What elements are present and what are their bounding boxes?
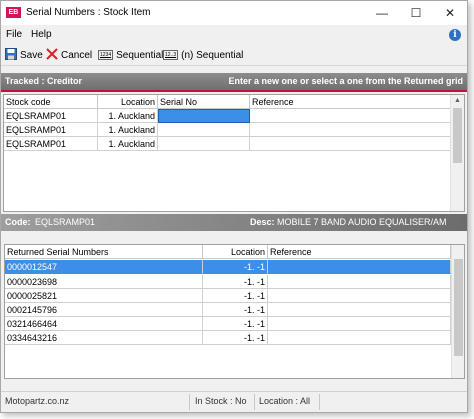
sequential-button[interactable]: 1234 Sequential xyxy=(98,48,163,62)
top-grid-scrollbar[interactable]: ▲ xyxy=(450,95,464,211)
table-row-location[interactable]: 1. Auckland xyxy=(98,109,158,123)
table-row-serial[interactable]: 0334643216 xyxy=(5,331,203,345)
col-returned-serial-numbers[interactable]: Returned Serial Numbers xyxy=(5,245,203,259)
table-row-reference[interactable] xyxy=(268,317,451,331)
save-icon xyxy=(5,47,17,63)
save-label: Save xyxy=(20,49,43,61)
close-button[interactable]: ✕ xyxy=(433,1,467,25)
tracked-label: Tracked : Creditor xyxy=(5,76,83,86)
header-accent-rule xyxy=(1,90,467,92)
table-row-serial-no[interactable] xyxy=(158,137,250,151)
menu-help[interactable]: Help xyxy=(31,29,52,40)
serial-numbers-window: EB Serial Numbers : Stock Item — ☐ ✕ Fil… xyxy=(0,0,468,413)
status-in-stock: In Stock : No xyxy=(195,396,247,406)
status-location: Location : All xyxy=(259,396,311,406)
table-row-location[interactable]: -1. -1 xyxy=(203,303,268,317)
table-row-location[interactable]: 1. Auckland xyxy=(98,137,158,151)
table-row-serial[interactable]: 0000023698 xyxy=(5,275,203,289)
code-value: EQLSRAMP01 xyxy=(35,217,96,227)
status-divider xyxy=(189,394,190,410)
tracked-instruction: Enter a new one or select a one from the… xyxy=(228,76,463,86)
table-row-location[interactable]: 1. Auckland xyxy=(98,123,158,137)
table-row-serial-selected[interactable]: 0000012547 xyxy=(5,260,203,274)
maximize-button[interactable]: ☐ xyxy=(399,1,433,25)
table-row-reference[interactable] xyxy=(268,303,451,317)
sequential-icon: 1234 xyxy=(98,50,114,60)
sequential-label: Sequential xyxy=(116,49,164,61)
table-row-reference[interactable] xyxy=(268,289,451,303)
code-label: Code: xyxy=(5,217,31,227)
table-row-reference[interactable] xyxy=(268,331,451,345)
serial-no-input[interactable] xyxy=(158,109,250,123)
table-row-stock-code[interactable]: EQLSRAMP01 xyxy=(4,137,98,151)
desc-label: Desc: xyxy=(250,217,275,227)
scroll-thumb[interactable] xyxy=(453,108,462,163)
tracked-header: Tracked : Creditor Enter a new one or se… xyxy=(1,73,467,90)
app-logo-icon: EB xyxy=(6,7,21,18)
table-row-location[interactable]: -1. -1 xyxy=(203,289,268,303)
table-row-reference[interactable] xyxy=(250,109,451,123)
col-reference[interactable]: Reference xyxy=(250,95,451,109)
returned-grid-scrollbar[interactable] xyxy=(451,245,464,378)
n-sequential-icon: 12..3 xyxy=(163,50,179,60)
col-location[interactable]: Location xyxy=(203,245,268,259)
table-row-reference-selected[interactable] xyxy=(268,260,451,274)
window-title: Serial Numbers : Stock Item xyxy=(26,7,151,18)
menu-file[interactable]: File xyxy=(6,29,22,40)
table-row-location[interactable]: -1. -1 xyxy=(203,275,268,289)
scroll-thumb[interactable] xyxy=(454,259,463,356)
returned-serial-grid: Returned Serial Numbers Location Referen… xyxy=(4,244,465,379)
toolbar: Save Cancel 1234 Sequential 12..3 (n) Se… xyxy=(1,45,467,66)
status-site: Motopartz.co.nz xyxy=(5,396,70,406)
col-location[interactable]: Location xyxy=(98,95,158,109)
code-header: Code: EQLSRAMP01 Desc: MOBILE 7 BAND AUD… xyxy=(1,214,467,231)
desc-value: MOBILE 7 BAND AUDIO EQUALISER/AM xyxy=(277,217,447,227)
scroll-up-icon[interactable]: ▲ xyxy=(451,95,464,107)
status-divider xyxy=(319,394,320,410)
table-row-reference[interactable] xyxy=(250,137,451,151)
n-sequential-label: (n) Sequential xyxy=(181,49,244,61)
minimize-button[interactable]: — xyxy=(365,1,399,25)
table-row-reference[interactable] xyxy=(268,275,451,289)
cancel-x-icon xyxy=(46,47,58,63)
col-reference[interactable]: Reference xyxy=(268,245,451,259)
status-divider xyxy=(254,394,255,410)
col-stock-code[interactable]: Stock code xyxy=(4,95,98,109)
tracked-serial-grid: Stock code Location Serial No Reference … xyxy=(3,94,465,212)
table-row-location-selected[interactable]: -1. -1 xyxy=(203,260,268,274)
cancel-label: Cancel xyxy=(61,49,93,61)
menu-bar: File Help i xyxy=(1,26,467,44)
table-row-serial-no[interactable] xyxy=(158,123,250,137)
table-row-serial[interactable]: 0000025821 xyxy=(5,289,203,303)
save-button[interactable]: Save xyxy=(5,47,43,63)
n-sequential-button[interactable]: 12..3 (n) Sequential xyxy=(163,48,243,62)
table-row-stock-code[interactable]: EQLSRAMP01 xyxy=(4,123,98,137)
status-bar: Motopartz.co.nz In Stock : No Location :… xyxy=(1,391,467,412)
table-row-location[interactable]: -1. -1 xyxy=(203,317,268,331)
table-row-location[interactable]: -1. -1 xyxy=(203,331,268,345)
col-serial-no[interactable]: Serial No xyxy=(158,95,250,109)
cancel-button[interactable]: Cancel xyxy=(46,47,93,63)
table-row-serial[interactable]: 0002145796 xyxy=(5,303,203,317)
info-icon[interactable]: i xyxy=(449,29,461,41)
table-row-stock-code[interactable]: EQLSRAMP01 xyxy=(4,109,98,123)
table-row-serial[interactable]: 0321466464 xyxy=(5,317,203,331)
table-row-reference[interactable] xyxy=(250,123,451,137)
title-bar: EB Serial Numbers : Stock Item — ☐ ✕ xyxy=(1,1,467,25)
